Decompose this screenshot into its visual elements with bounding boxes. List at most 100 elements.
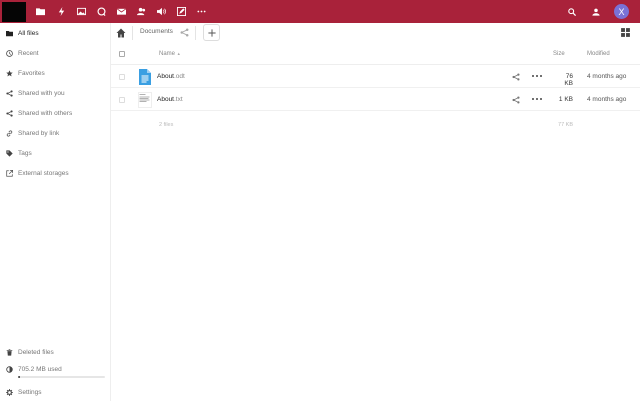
share-icon[interactable] [512,96,520,104]
more-apps[interactable] [191,0,211,23]
file-name[interactable]: About.txt [157,96,183,103]
grid-view-icon[interactable] [620,27,631,38]
sidebar-item-shared-with-you[interactable]: Shared with you [0,83,111,103]
sidebar-item-tags[interactable]: Tags [0,143,111,163]
plus-icon [207,28,216,37]
envelope-icon [116,8,126,15]
sidebar-item-external-storages[interactable]: External storages [0,163,111,183]
app-menu [29,0,211,23]
speaker-icon [156,7,166,16]
files-summary: 2 files 77 KB [111,118,640,132]
row-checkbox[interactable] [119,74,125,80]
file-basename: About [157,73,174,80]
share-icon[interactable] [512,73,520,81]
sort-indicator: ▲ [176,51,181,56]
contacts-menu-icon [592,8,600,16]
sidebar-item-label: Tags [18,149,32,157]
edit-icon [176,7,186,16]
star-icon [5,69,13,76]
external-icon [5,169,13,177]
total-size: 77 KB [558,122,573,128]
file-size: 76 KB [564,73,573,87]
quota-fill [18,376,20,378]
sidebar-item-shared-by-link[interactable]: Shared by link [0,123,111,143]
text-file-thumbnail [138,92,152,108]
sidebar-item-label: All files [18,29,39,37]
column-name[interactable]: Name ▲ [159,51,181,57]
activity-app[interactable] [51,0,71,23]
controls-bar: Documents [111,23,640,43]
file-extension: .txt [174,96,183,103]
sidebar: All files Recent Favorites Shared with y… [0,23,111,401]
audio-app[interactable] [151,0,171,23]
more-actions-icon[interactable] [531,94,543,104]
table-row[interactable]: About.odt 76 KB 4 months ago [111,66,640,88]
file-modified: 4 months ago [587,96,627,103]
trash-icon [6,348,12,356]
logo[interactable] [2,2,26,22]
contacts-menu-button[interactable] [584,0,608,23]
ellipsis-icon [196,10,206,13]
share-icon [5,109,13,117]
sidebar-item-settings[interactable]: Settings [0,382,111,401]
gear-icon [5,388,13,396]
sidebar-item-recent[interactable]: Recent [0,43,111,63]
link-icon [6,129,12,137]
folder-icon [35,8,45,16]
select-all-checkbox[interactable] [119,51,125,57]
table-row[interactable]: About.txt 1 KB 4 months ago [111,89,640,111]
row-checkbox[interactable] [119,97,125,103]
table-header: Name ▲ Size Modified [111,44,640,65]
breadcrumb-documents[interactable]: Documents [140,28,173,35]
file-name[interactable]: About.odt [157,73,185,80]
sidebar-item-label: Deleted files [18,348,54,356]
avatar[interactable]: X [614,4,629,19]
folder-icon [5,30,13,36]
search-icon [568,7,576,16]
top-header: X [0,0,640,23]
gallery-app[interactable] [71,0,91,23]
sidebar-item-label: Recent [18,49,39,57]
contacts-app[interactable] [131,0,151,23]
talk-app[interactable] [91,0,111,23]
lightning-icon [58,7,64,16]
sidebar-item-label: Shared with others [18,109,73,117]
quota-label: 705.2 MB used [18,365,62,373]
clock-icon [5,49,13,57]
sidebar-item-label: External storages [18,169,69,177]
files-app[interactable] [29,0,51,23]
sidebar-item-label: Settings [18,388,42,396]
file-count: 2 files [159,122,174,128]
search-button[interactable] [560,0,584,23]
breadcrumb-separator [132,26,133,40]
quota-bar [18,376,105,378]
column-size[interactable]: Size [553,51,565,57]
column-name-label: Name [159,51,176,57]
share-icon [5,89,13,97]
sidebar-item-shared-with-others[interactable]: Shared with others [0,103,111,123]
sidebar-item-favorites[interactable]: Favorites [0,63,111,83]
sidebar-item-label: Favorites [18,69,45,77]
chat-bubble-icon [96,7,106,16]
more-actions-icon[interactable] [531,71,543,81]
file-basename: About [157,96,174,103]
image-icon [76,7,86,16]
pie-chart-icon [5,365,13,373]
document-icon [139,69,151,85]
new-button[interactable] [203,24,220,41]
tag-icon [5,149,13,157]
column-modified[interactable]: Modified [587,51,610,57]
file-size: 1 KB [558,96,573,103]
contacts-icon [136,7,145,16]
file-modified: 4 months ago [587,73,627,80]
breadcrumb-separator [195,26,196,40]
sidebar-item-all-files[interactable]: All files [0,23,111,43]
notes-app[interactable] [171,0,191,23]
mail-app[interactable] [111,0,131,23]
sidebar-item-label: Shared by link [18,129,60,137]
home-icon[interactable] [116,28,126,38]
sidebar-item-label: Shared with you [18,89,65,97]
file-extension: .odt [174,73,185,80]
file-list-area: Documents Name ▲ Size Modified About.odt… [111,23,640,401]
share-icon[interactable] [180,28,189,37]
